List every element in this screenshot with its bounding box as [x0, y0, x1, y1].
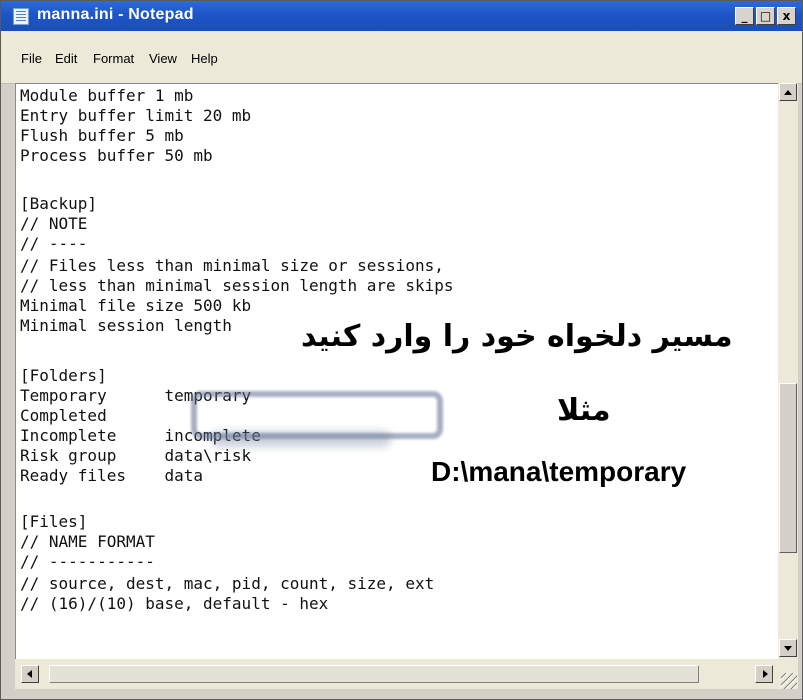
scroll-up-button[interactable]	[779, 83, 797, 101]
scroll-down-button[interactable]	[779, 639, 797, 657]
text-line: Completed	[20, 406, 107, 425]
notepad-icon	[13, 8, 29, 25]
resize-grip-icon[interactable]	[781, 673, 797, 689]
text-line: // NAME FORMAT	[20, 532, 155, 551]
text-line: Process buffer 50 mb	[20, 146, 213, 165]
menu-help[interactable]: Help	[191, 51, 218, 66]
horizontal-scroll-thumb[interactable]	[49, 665, 699, 683]
text-line: Minimal session length	[20, 316, 232, 335]
notepad-window: manna.ini - Notepad _ □ x File Edit Form…	[0, 0, 803, 700]
scroll-right-button[interactable]	[755, 665, 773, 683]
text-line: // (16)/(10) base, default - hex	[20, 594, 329, 613]
text-line: [Backup]	[20, 194, 98, 213]
instruction-text: مسیر دلخواه خود را وارد کنید	[301, 319, 733, 354]
text-line: // source, dest, mac, pid, count, size, …	[20, 574, 435, 593]
menu-edit[interactable]: Edit	[55, 51, 77, 66]
menu-view[interactable]: View	[149, 51, 177, 66]
text-line: Entry buffer limit 20 mb	[20, 106, 252, 125]
example-path: D:\mana\temporary	[431, 456, 687, 487]
text-line: // Files less than minimal size or sessi…	[20, 256, 444, 275]
minimize-button[interactable]: _	[735, 7, 754, 25]
text-line: // less than minimal session length are …	[20, 276, 454, 295]
menu-file[interactable]: File	[21, 51, 42, 66]
example-text: مثلا	[557, 393, 611, 428]
vertical-scroll-thumb[interactable]	[779, 383, 797, 553]
vertical-scrollbar[interactable]	[778, 83, 798, 659]
menu-format[interactable]: Format	[93, 51, 134, 66]
text-line: // -----------	[20, 552, 155, 571]
close-button[interactable]: x	[777, 7, 796, 25]
text-line: Risk group data\risk	[20, 446, 252, 465]
text-line: Module buffer 1 mb	[20, 86, 194, 105]
text-line: Minimal file size 500 kb	[20, 296, 252, 315]
arrow-down-icon	[784, 646, 792, 651]
text-editor[interactable]: Module buffer 1 mb Entry buffer limit 20…	[15, 83, 779, 660]
text-line: Flush buffer 5 mb	[20, 126, 184, 145]
window-title: manna.ini - Notepad	[37, 6, 194, 23]
text-line: [Folders]	[20, 366, 107, 385]
title-bar[interactable]: manna.ini - Notepad _ □ x	[1, 1, 802, 31]
arrow-right-icon	[763, 670, 768, 678]
text-line: // NOTE	[20, 214, 88, 233]
horizontal-scrollbar[interactable]	[15, 659, 798, 689]
text-line: [Files]	[20, 512, 88, 531]
window-controls: _ □ x	[733, 7, 796, 25]
arrow-up-icon	[784, 90, 792, 95]
maximize-button[interactable]: □	[756, 7, 775, 25]
text-line: // ----	[20, 234, 88, 253]
blurred-text	[211, 431, 391, 447]
menu-bar: File Edit Format View Help	[1, 31, 802, 84]
arrow-left-icon	[27, 670, 32, 678]
scroll-left-button[interactable]	[21, 665, 39, 683]
text-line: Ready files data	[20, 466, 204, 485]
